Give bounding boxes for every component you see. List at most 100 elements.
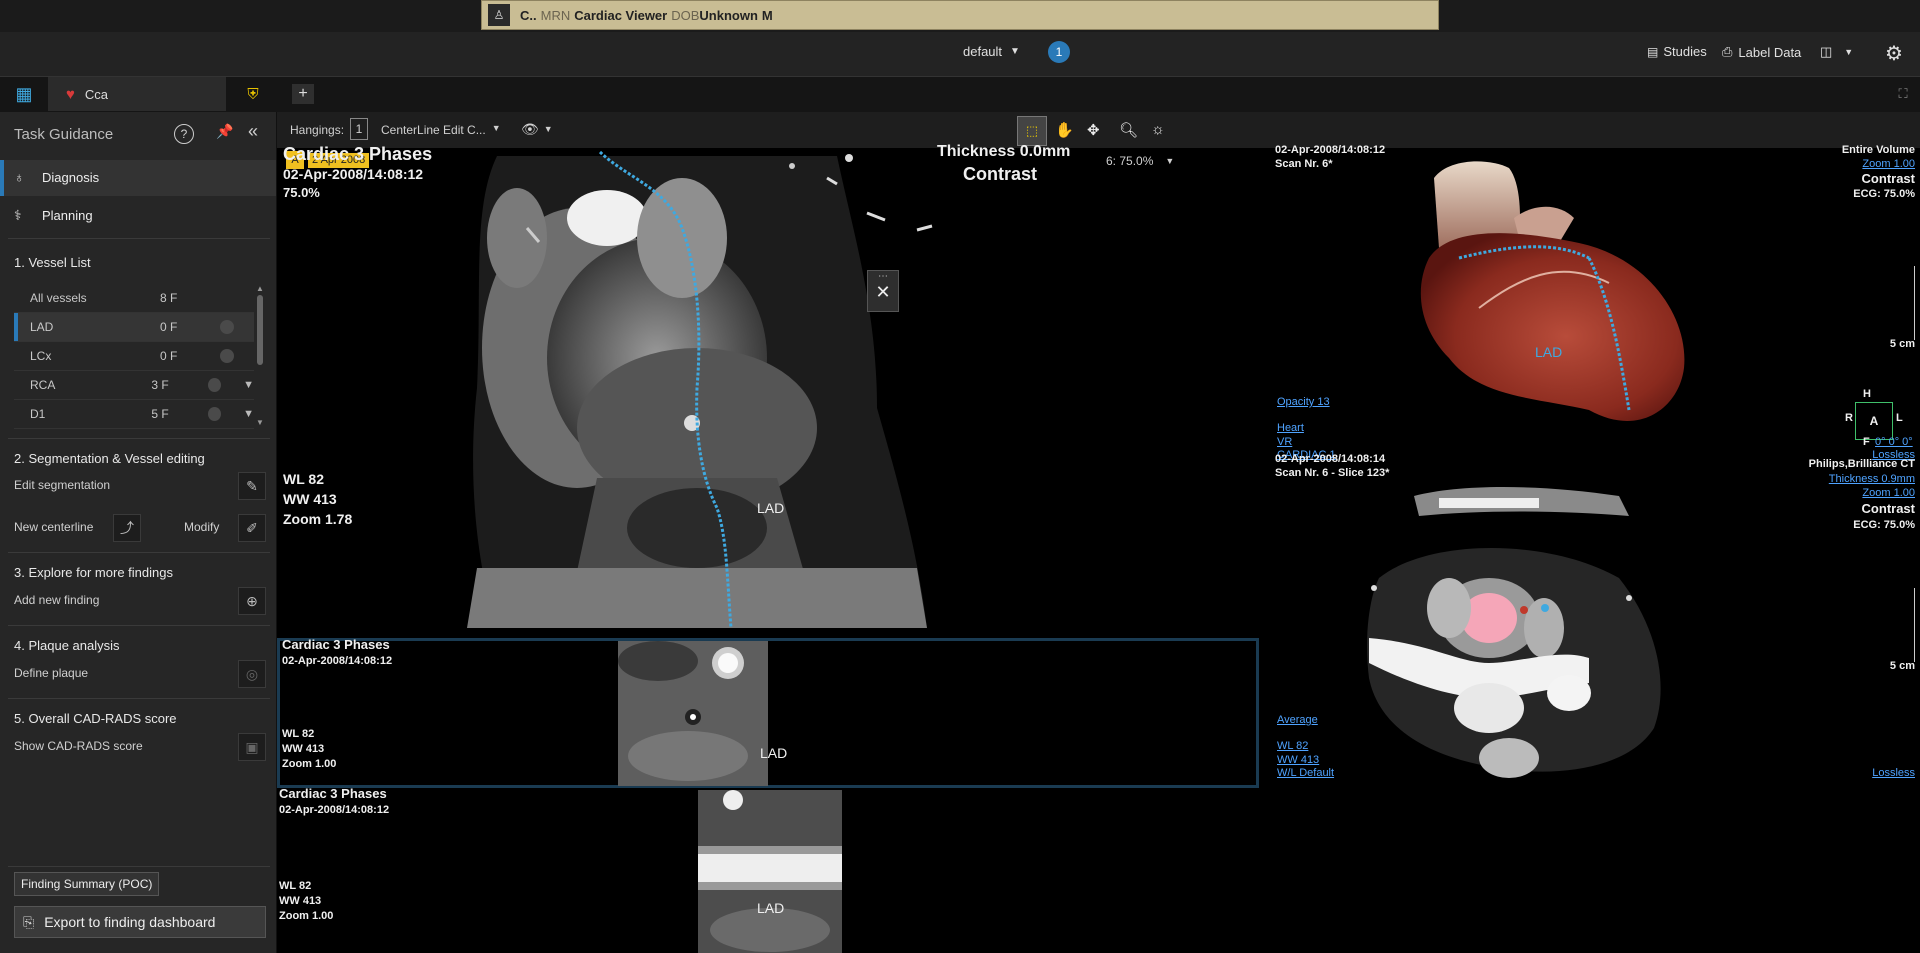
vr-zoom[interactable]: Zoom 1.00 <box>1799 158 1915 170</box>
vr-angles[interactable]: 0° 0° 0° <box>1875 436 1913 448</box>
export-icon: ⎘ <box>23 913 35 930</box>
vessel-row-d1[interactable]: D1 5 F ▼ <box>14 400 254 429</box>
vessel-row-lcx[interactable]: LCx 0 F <box>14 342 254 371</box>
edit-segmentation-label: Edit segmentation <box>14 478 111 492</box>
vr-mode[interactable]: VR <box>1277 436 1292 448</box>
cross-section-view-1[interactable]: Cardiac 3 Phases 02-Apr-2008/14:08:12 WL… <box>277 637 1259 788</box>
help-icon[interactable]: ? <box>174 124 194 144</box>
cadrads-button[interactable]: ▣ <box>238 733 266 761</box>
studies-button[interactable]: ▤ Studies <box>1647 44 1707 59</box>
axial-contrast: Contrast <box>1861 501 1915 516</box>
curved-mpr-view[interactable]: Cardiac 3 Phases 02-Apr-2008/14:08:12 75… <box>277 143 1257 628</box>
status-dot[interactable] <box>208 378 222 392</box>
axial-view[interactable]: 02-Apr-2008/14:08:14 Scan Nr. 6 - Slice … <box>1259 453 1920 953</box>
task-guidance-panel: Task Guidance ? 📌 « ♁ Diagnosis ⚕ Planni… <box>0 112 277 953</box>
new-centerline-button[interactable]: ⤴ <box>113 514 141 542</box>
move-tool-icon[interactable]: ✥ <box>1087 121 1100 139</box>
chevron-down-icon: ▼ <box>491 123 501 133</box>
nav-diagnosis[interactable]: ♁ Diagnosis <box>0 160 276 196</box>
visibility-menu[interactable]: 👁 ▼ <box>521 121 553 138</box>
status-dot[interactable] <box>220 320 234 334</box>
vr-opacity[interactable]: Opacity 13 <box>1277 396 1330 408</box>
apps-grid-icon[interactable]: ▦ <box>10 77 38 111</box>
image-viewer[interactable]: A 2 Apr 2008 6: 75.0% ▼ Cardiac 3 Phases… <box>277 143 1920 953</box>
cross2-vessel-label: LAD <box>757 900 785 916</box>
fullscreen-icon[interactable]: ⛶ <box>1894 77 1912 111</box>
stack-tool-button[interactable]: ⬚ <box>1017 116 1047 146</box>
cross1-wl: WL 82 <box>282 728 315 740</box>
chevron-down-icon[interactable]: ▼ <box>243 379 254 391</box>
scroll-thumb[interactable] <box>257 295 263 365</box>
scroll-up-icon[interactable]: ▲ <box>256 284 264 293</box>
pin-icon[interactable]: 📌 <box>216 123 233 140</box>
axial-scale: 5 cm <box>1889 660 1915 672</box>
cross2-wl: WL 82 <box>279 880 312 892</box>
collapse-icon[interactable]: « <box>248 121 258 142</box>
studies-label: Studies <box>1663 44 1707 59</box>
axial-ww[interactable]: WW 413 <box>1277 754 1319 766</box>
more-icon[interactable]: ⋯ <box>868 271 898 282</box>
patient-name: C.. <box>520 7 537 23</box>
curved-datetime: 02-Apr-2008/14:08:12 <box>283 166 424 182</box>
finding-summary-button[interactable]: Finding Summary (POC) <box>14 872 160 896</box>
status-dot[interactable] <box>208 407 222 421</box>
layout-menu-button[interactable]: ◫ ▼ <box>1820 44 1853 60</box>
vessel-row-rca[interactable]: RCA 3 F ▼ <box>14 371 254 400</box>
define-plaque-button[interactable]: ◎ <box>238 660 266 688</box>
axial-lossless[interactable]: Lossless <box>1759 767 1915 779</box>
cross2-zoom: Zoom 1.00 <box>279 910 334 922</box>
axial-wl[interactable]: WL 82 <box>1277 740 1308 752</box>
gear-icon[interactable]: ⚙ <box>1885 41 1903 66</box>
export-button[interactable]: ⎘ Export to finding dashboard <box>14 906 266 938</box>
edit-segmentation-button[interactable]: ✎ <box>238 472 266 500</box>
axial-zoom[interactable]: Zoom 1.00 <box>1759 487 1915 499</box>
label-data-button[interactable]: ⎙ Label Data <box>1722 44 1801 60</box>
nav-planning[interactable]: ⚕ Planning <box>0 198 276 234</box>
notification-badge[interactable]: 1 <box>1048 41 1070 63</box>
chevron-down-icon: ▼ <box>543 124 553 134</box>
axial-image <box>1367 487 1661 778</box>
orient-l: L <box>1896 412 1903 424</box>
status-dot[interactable] <box>220 349 234 363</box>
cross-section-view-2[interactable]: Cardiac 3 Phases 02-Apr-2008/14:08:12 WL… <box>277 786 1259 953</box>
orientation-cube[interactable]: A <box>1855 402 1893 440</box>
vr-scan: Scan Nr. 6* <box>1275 158 1333 170</box>
close-icon[interactable]: ✕ <box>868 282 898 302</box>
hangings-value[interactable]: 1 <box>350 118 368 140</box>
vr-volume: Entire Volume <box>1841 144 1915 156</box>
vessel-count: 0 F <box>160 320 178 334</box>
axial-wl-default[interactable]: W/L Default <box>1277 767 1334 779</box>
cross1-datetime: 02-Apr-2008/14:08:12 <box>282 655 393 667</box>
vessel-list-scrollbar[interactable]: ▲ <box>256 284 264 430</box>
add-tab-button[interactable]: + <box>292 84 314 104</box>
shield-icon[interactable]: ⛨ <box>240 77 266 111</box>
layout-select[interactable]: default ▼ <box>963 44 1020 59</box>
cross1-zoom: Zoom 1.00 <box>282 758 337 770</box>
modify-button[interactable]: ✐ <box>238 514 266 542</box>
zoom-tool-icon[interactable]: 🔍︎ <box>1119 121 1138 139</box>
vessel-row-lad[interactable]: LAD 0 F <box>14 313 254 342</box>
pan-tool-icon[interactable]: ✋ <box>1055 121 1074 139</box>
viewer-toolbar: Hangings: 1 CenterLine Edit C... ▼ 👁 ▼ ⬚… <box>277 112 1920 148</box>
chevron-down-icon[interactable]: ▼ <box>243 408 254 420</box>
cross1-title: Cardiac 3 Phases <box>282 637 390 652</box>
vessel-count: 5 F <box>151 407 169 421</box>
add-finding-button[interactable]: ⊕ <box>238 587 266 615</box>
patient-banner[interactable]: ♙ C.. MRN Cardiac Viewer DOB Unknown M <box>481 0 1439 30</box>
axial-scale-bar <box>1904 588 1915 662</box>
floating-toolbar[interactable]: ⋯ ✕ <box>867 270 899 312</box>
brightness-tool-icon[interactable]: ☼ <box>1151 121 1165 138</box>
curved-percent: 75.0% <box>283 185 320 200</box>
vessel-row-all[interactable]: All vessels 8 F <box>14 284 254 313</box>
vessel-count: 0 F <box>160 349 178 363</box>
protocol-select[interactable]: CenterLine Edit C... ▼ <box>381 123 501 137</box>
mrn-label: MRN <box>540 7 571 23</box>
tab-cca[interactable]: ♥ Cca <box>48 77 226 111</box>
stethoscope-icon: ♁ <box>14 169 25 185</box>
axial-average[interactable]: Average <box>1277 714 1318 726</box>
scroll-down-icon[interactable]: ▼ <box>256 418 264 427</box>
axial-thickness[interactable]: Thickness 0.9mm <box>1759 473 1915 485</box>
cross2-datetime: 02-Apr-2008/14:08:12 <box>279 804 390 816</box>
vr-preset[interactable]: Heart <box>1277 422 1304 434</box>
protocol-value: CenterLine Edit C... <box>381 123 486 137</box>
